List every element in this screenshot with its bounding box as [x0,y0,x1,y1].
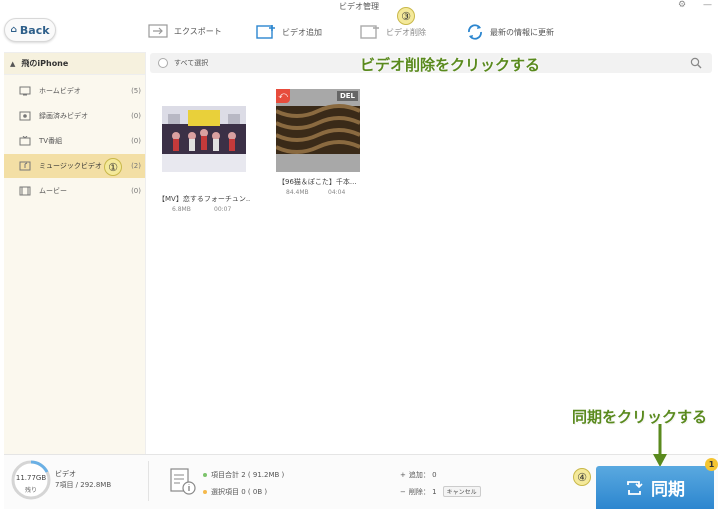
arrow-down-icon [653,424,667,467]
sidebar-item-label: ホームビデオ [39,87,81,95]
total-items-stat: 項目合計 2 ( 91.2MB ) [203,470,284,480]
recorded-video-icon [19,111,31,121]
sidebar-item-home-video[interactable]: ホームビデオ (5) [4,79,145,103]
delete-annotation: ビデオ削除をクリックする [360,56,541,74]
home-icon: ⌂ [10,25,17,35]
sidebar-item-count: (2) [131,162,141,170]
sidebar-item-label: TV番組 [39,137,63,145]
sidebar-item-count: (5) [131,87,141,95]
back-label: Back [19,23,50,37]
sync-button[interactable]: 同期 [596,466,714,509]
storage-detail: 7項目 / 292.8MB [55,481,112,489]
cancel-button[interactable]: キャンセル [442,486,481,497]
selected-items-text: 選択項目 0 ( 0B ) [211,488,268,496]
select-all-label: すべて選択 [174,59,209,67]
minimize-button[interactable]: — [703,0,712,10]
sidebar-item-music-video[interactable]: ミュージックビデオ (2) [4,154,145,178]
video-thumbnail[interactable]: ⤺ DEL [276,89,360,172]
video-size: 6.8MB [172,206,191,213]
sidebar-item-count: (0) [131,137,141,145]
sidebar-item-tv[interactable]: TV番組 (0) [4,129,145,153]
sync-count-badge: 1 [705,458,718,471]
sidebar-item-count: (0) [131,187,141,195]
settings-icon[interactable]: ⚙ [678,0,686,10]
info-document-icon [170,468,196,495]
orange-dot-icon [203,490,207,494]
video-duration: 04:04 [328,189,346,196]
export-button[interactable]: エクスポート [148,24,222,38]
sidebar: ▲ 飛のiPhone ホームビデオ (5) 録画済みビデオ (0) TV番組 (… [4,52,146,454]
storage-remaining-label: 残り [24,487,37,494]
add-video-button[interactable]: ビデオ追加 [256,24,322,40]
storage-capacity: 11.77GB [15,474,47,482]
sidebar-item-label: ムービー [39,187,67,195]
search-icon[interactable] [690,57,702,69]
device-header[interactable]: ▲ 飛のiPhone [4,53,145,75]
green-dot-icon [203,473,207,477]
sidebar-item-label: 録画済みビデオ [39,112,88,120]
undo-icon[interactable]: ⤺ [276,89,290,103]
home-video-icon [19,86,31,96]
eject-icon: ▲ [10,59,16,68]
tv-icon [19,136,31,146]
checkbox-icon [158,58,168,68]
sidebar-item-movie[interactable]: ムービー (0) [4,179,145,203]
plus-icon: + [400,471,406,479]
sidebar-item-recorded-video[interactable]: 録画済みビデオ (0) [4,104,145,128]
app-window: ビデオ管理 ⚙ — ⌂ Back エクスポート ビデオ追加 ビデオ削除 最新の情… [0,0,718,509]
video-duration: 00:07 [214,206,232,213]
add-count-stat: + 追加： 0 [400,470,437,480]
video-size: 84.4MB [286,189,309,196]
refresh-button[interactable]: 最新の情報に更新 [466,24,554,40]
export-icon [148,24,168,38]
delete-badge: DEL [336,91,358,101]
refresh-label: 最新の情報に更新 [490,27,554,37]
step-marker-4: ④ [573,468,591,486]
step-marker-1: ① [104,158,122,176]
video-title: 【96猫＆ぽこた】千本... [278,178,357,186]
refresh-icon [468,24,482,40]
back-button[interactable]: ⌂ Back [4,18,56,42]
video-tile[interactable]: 【MV】恋するフォーチュン... 6.8MB 00:07 [158,106,250,213]
divider [148,461,149,501]
delete-video-button[interactable]: ビデオ削除 [360,24,426,40]
title-bar: ビデオ管理 ⚙ — [0,0,718,14]
add-video-label: ビデオ追加 [282,27,322,37]
sidebar-item-count: (0) [131,112,141,120]
video-list-panel: すべて選択 【MV】恋するフォーチュン... 6.8MB 00:07 ⤺ DEL… [146,52,718,454]
delete-count-text: 削除： 1 [408,487,437,496]
sync-label: 同期 [651,480,685,500]
select-all-checkbox[interactable]: すべて選択 [158,58,208,68]
selected-items-stat: 選択項目 0 ( 0B ) [203,487,267,497]
window-controls: ⚙ — [664,0,712,10]
add-count-text: 追加： 0 [408,471,437,479]
video-tile[interactable]: ⤺ DEL 【96猫＆ぽこた】千本... 84.4MB 04:04 [276,89,360,196]
sync-annotation: 同期をクリックする [572,408,708,426]
minus-icon: − [400,487,406,496]
step-marker-3: ③ [397,7,415,25]
music-video-icon [19,161,31,171]
sidebar-item-label: ミュージックビデオ [39,162,102,170]
storage-ring: 11.77GB 残り [10,459,52,501]
export-label: エクスポート [174,26,222,36]
window-title: ビデオ管理 [339,2,379,11]
device-name: 飛のiPhone [21,59,69,68]
video-thumbnail[interactable] [162,106,246,172]
film-icon [19,186,31,196]
storage-type: ビデオ [55,470,76,478]
add-video-icon [256,25,275,39]
delete-video-icon [360,25,379,39]
delete-video-label: ビデオ削除 [386,27,426,37]
delete-count-stat: − 削除： 1 キャンセル [400,486,481,497]
video-title: 【MV】恋するフォーチュン... [158,195,250,203]
sync-icon [627,480,643,495]
total-items-text: 項目合計 2 ( 91.2MB ) [211,471,285,479]
